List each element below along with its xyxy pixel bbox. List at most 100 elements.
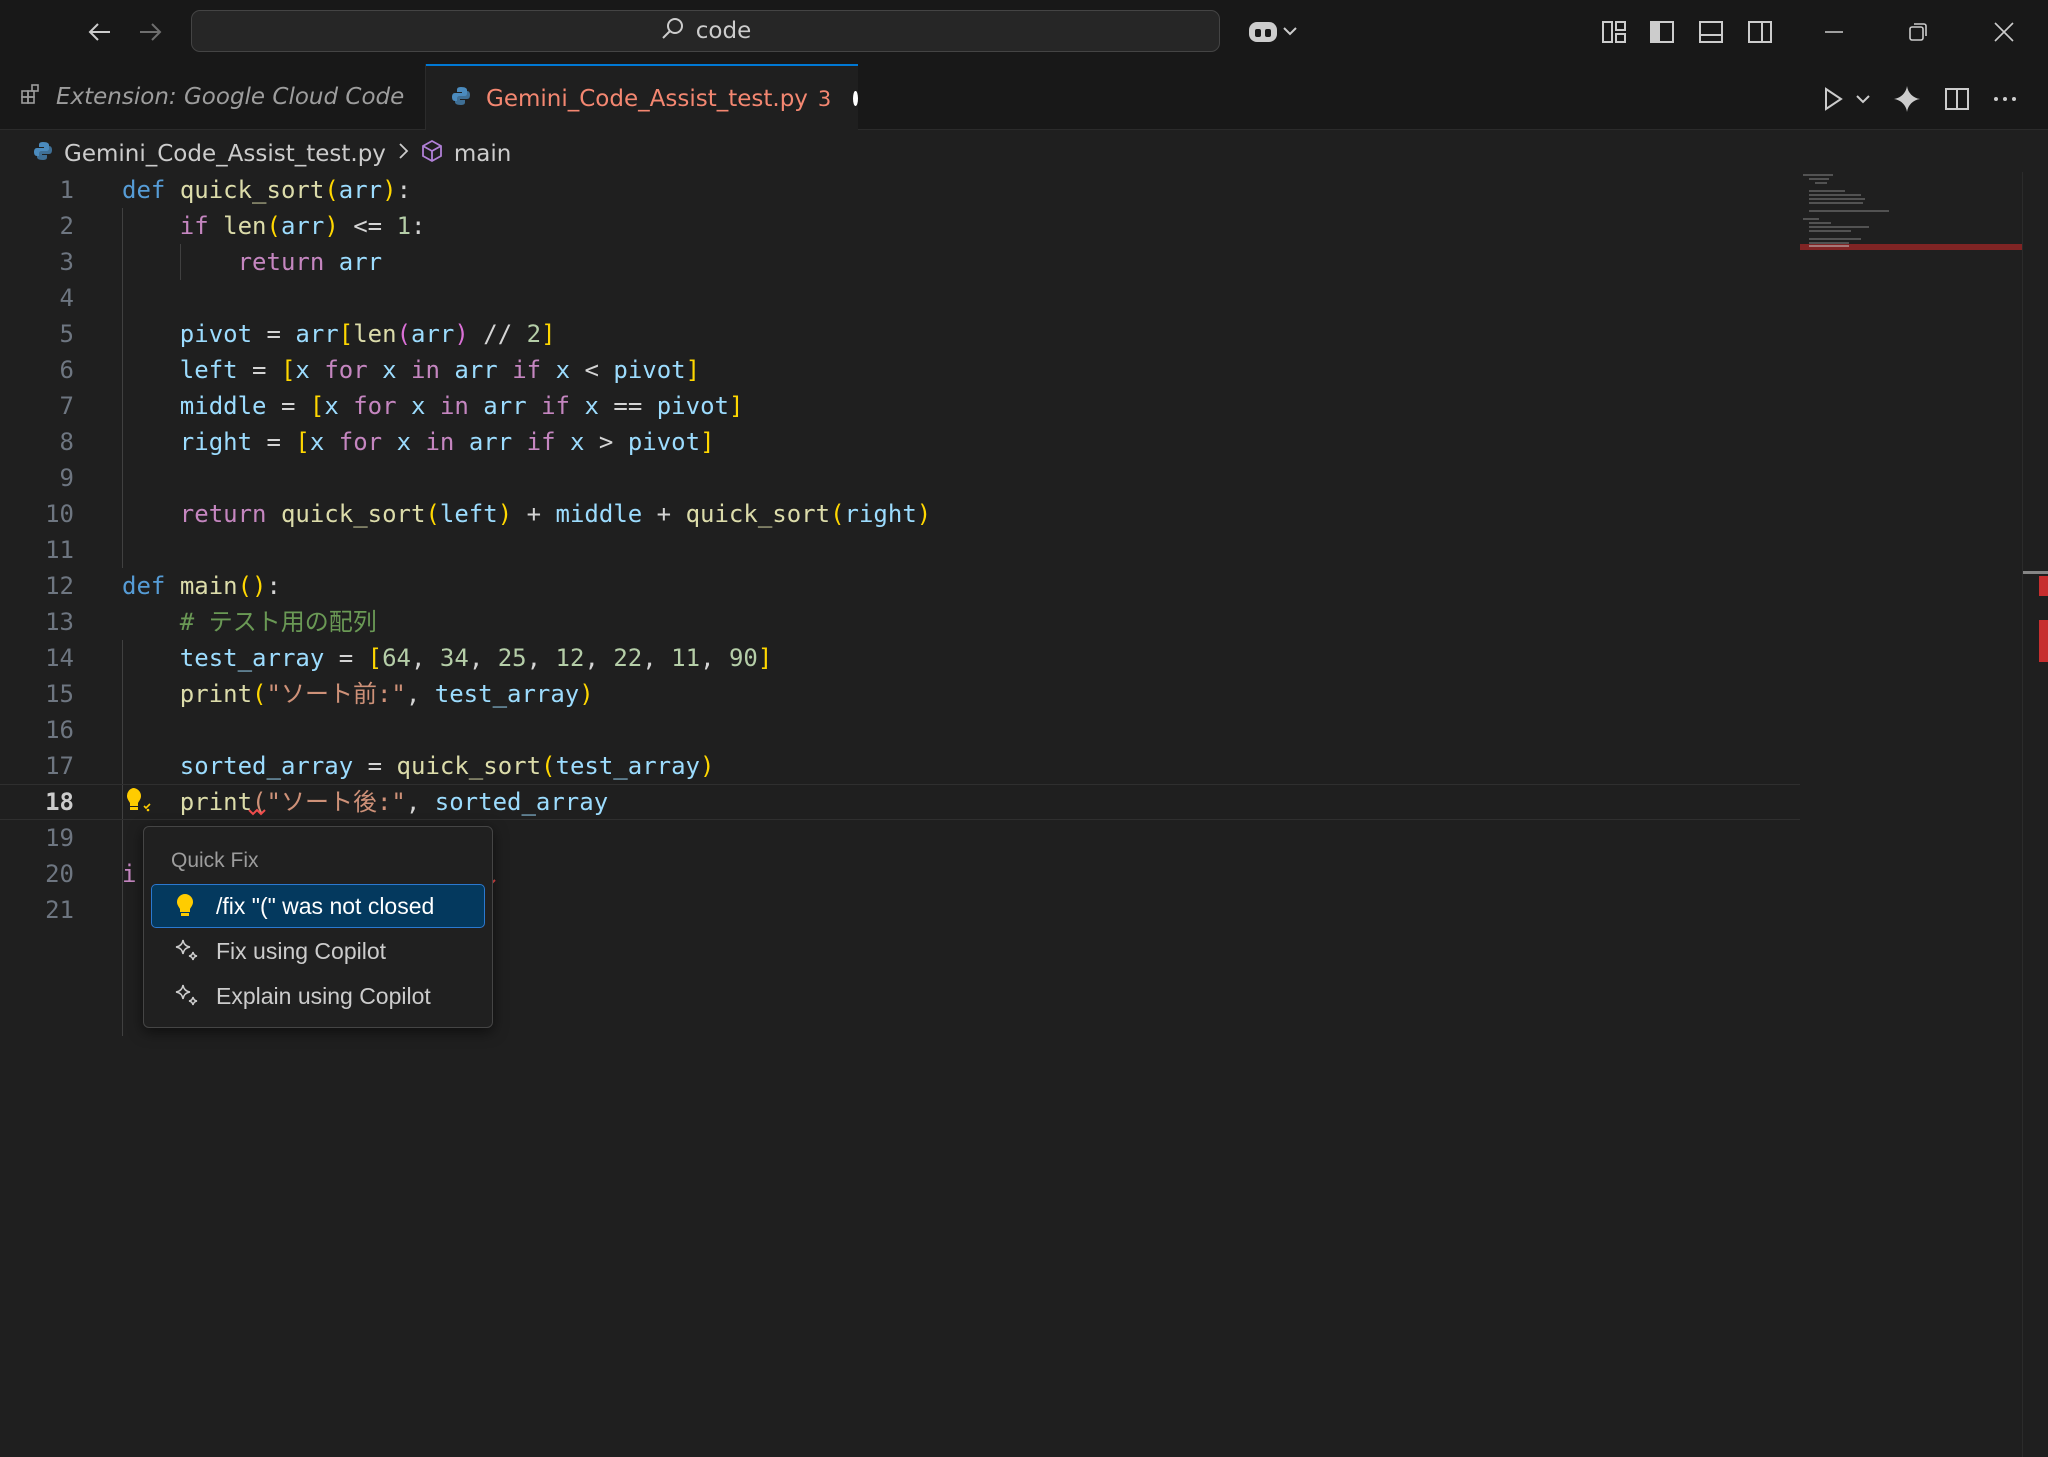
line-number: 7 [59, 392, 74, 420]
minimize-icon[interactable] [1816, 14, 1852, 50]
forward-arrow-icon[interactable] [132, 14, 168, 50]
restore-icon[interactable] [1900, 14, 1936, 50]
line-number-active: 18 [45, 788, 74, 816]
close-window-icon[interactable] [1986, 14, 2022, 50]
error-marker [2039, 620, 2048, 662]
code-line-text: print("ソート後:", sorted_array [179, 788, 609, 816]
breadcrumb-symbol[interactable]: main [454, 141, 511, 167]
quick-fix-title: Quick Fix [171, 849, 259, 872]
toggle-primary-sidebar-icon[interactable] [1644, 14, 1680, 50]
line-number: 12 [45, 572, 74, 600]
code-line-text: pivot = arr[len(arr) // 2] [179, 320, 556, 348]
quick-fix-label: Fix using Copilot [216, 937, 387, 964]
line-number: 19 [45, 824, 74, 852]
code-editor[interactable]: 1 def quick_sort(arr): 2 if len(arr) <= … [0, 172, 1800, 1457]
tab-gemini-code-assist-test[interactable]: Gemini_Code_Assist_test.py 3 [426, 64, 858, 131]
breadcrumb: Gemini_Code_Assist_test.py main [32, 134, 511, 174]
line-number: 15 [45, 680, 74, 708]
code-line: 8 right = [x for x in arr if x > pivot] [0, 424, 1800, 460]
line-number: 10 [45, 500, 74, 528]
line-number: 16 [45, 716, 74, 744]
line-number: 21 [45, 896, 74, 924]
title-bar: code [0, 0, 2048, 64]
split-editor-icon[interactable] [1940, 82, 1974, 116]
quick-fix-item-explain-using-copilot[interactable]: Explain using Copilot [152, 975, 484, 1017]
copilot-menu-button[interactable] [1244, 14, 1304, 50]
code-line: 5 pivot = arr[len(arr) // 2] [0, 316, 1800, 352]
more-actions-icon[interactable] [1988, 82, 2022, 116]
code-line-text: left = [x for x in arr if x < pivot] [179, 356, 701, 384]
quick-fix-item-fix-not-closed[interactable]: /fix "(" was not closed [151, 884, 485, 928]
code-action-lightbulb-icon[interactable] [122, 784, 154, 818]
editor-tab-bar: Extension: Google Cloud Code Gemini_Code… [0, 64, 2048, 131]
code-line-text: return quick_sort(left) + middle + quick… [179, 500, 932, 528]
customize-layout-icon[interactable] [1596, 14, 1632, 50]
line-number: 1 [59, 176, 74, 204]
line-number: 13 [45, 608, 74, 636]
error-squiggle [248, 808, 266, 816]
code-line-text: return arr [237, 248, 383, 276]
code-line: 11 [0, 532, 1800, 568]
extension-icon [20, 83, 42, 111]
code-line-text: # テスト用の配列 [179, 608, 377, 636]
line-number: 4 [59, 284, 74, 312]
code-line: 7 middle = [x for x in arr if x == pivot… [0, 388, 1800, 424]
python-file-icon [32, 140, 54, 168]
code-line-text: test_array = [64, 34, 25, 12, 22, 11, 90… [179, 644, 773, 672]
method-cube-icon [420, 139, 444, 169]
code-line: 15 print("ソート前:", test_array) [0, 676, 1800, 712]
run-python-file-icon[interactable] [1816, 82, 1850, 116]
problem-count-badge: 3 [817, 86, 832, 111]
line-number: 2 [59, 212, 74, 240]
sparkle-icon [174, 938, 202, 964]
code-line: 14 test_array = [64, 34, 25, 12, 22, 11,… [0, 640, 1800, 676]
line-number: 20 [45, 860, 74, 888]
tab-label: Extension: Google Cloud Code [56, 84, 405, 110]
line-number: 17 [45, 752, 74, 780]
back-arrow-icon[interactable] [82, 14, 118, 50]
code-line: 1 def quick_sort(arr): [0, 172, 1800, 208]
code-line-text: sorted_array = quick_sort(test_array) [179, 752, 715, 780]
line-number: 6 [59, 356, 74, 384]
scroll-position-marker [2023, 571, 2048, 574]
error-marker [2039, 576, 2048, 596]
code-line: 2 if len(arr) <= 1: [0, 208, 1800, 244]
tab-extension-google-cloud-code[interactable]: Extension: Google Cloud Code [0, 64, 426, 130]
minimap[interactable] [1800, 172, 2022, 272]
search-text: code [695, 18, 752, 44]
unsaved-changes-dot[interactable] [853, 91, 858, 106]
command-center-search[interactable]: code [191, 10, 1220, 52]
overview-ruler[interactable] [2022, 172, 2048, 1457]
code-line-text: middle = [x for x in arr if x == pivot] [179, 392, 744, 420]
quick-fix-label: Explain using Copilot [216, 982, 431, 1009]
quick-fix-item-fix-using-copilot[interactable]: Fix using Copilot [152, 930, 484, 972]
code-line-text: def quick_sort(arr): [122, 176, 412, 204]
line-number: 14 [45, 644, 74, 672]
chevron-right-icon [396, 141, 410, 167]
line-number: 3 [59, 248, 74, 276]
toggle-secondary-sidebar-icon[interactable] [1742, 14, 1778, 50]
gemini-sparkle-icon[interactable] [1890, 82, 1924, 116]
code-line: 4 [0, 280, 1800, 316]
line-number: 5 [59, 320, 74, 348]
python-file-icon [450, 85, 472, 113]
sparkle-icon [174, 983, 202, 1009]
code-line-text: def main(): [122, 572, 281, 600]
toggle-panel-icon[interactable] [1693, 14, 1729, 50]
code-line-text: print("ソート前:", test_array) [179, 680, 594, 708]
tab-label: Gemini_Code_Assist_test.py [486, 85, 808, 112]
code-line: 16 [0, 712, 1800, 748]
code-line: 13 # テスト用の配列 [0, 604, 1800, 640]
code-line-text: i [122, 860, 137, 888]
search-icon [660, 16, 686, 46]
line-number: 8 [59, 428, 74, 456]
code-line: 6 left = [x for x in arr if x < pivot] [0, 352, 1800, 388]
lightbulb-icon [174, 893, 202, 919]
run-options-chevron-icon[interactable] [1848, 82, 1878, 116]
breadcrumb-file[interactable]: Gemini_Code_Assist_test.py [64, 141, 386, 167]
line-number: 11 [45, 536, 74, 564]
code-line: 17 sorted_array = quick_sort(test_array) [0, 748, 1800, 784]
code-line: 12 def main(): [0, 568, 1800, 604]
code-line: 10 return quick_sort(left) + middle + qu… [0, 496, 1800, 532]
line-number: 9 [59, 464, 74, 492]
